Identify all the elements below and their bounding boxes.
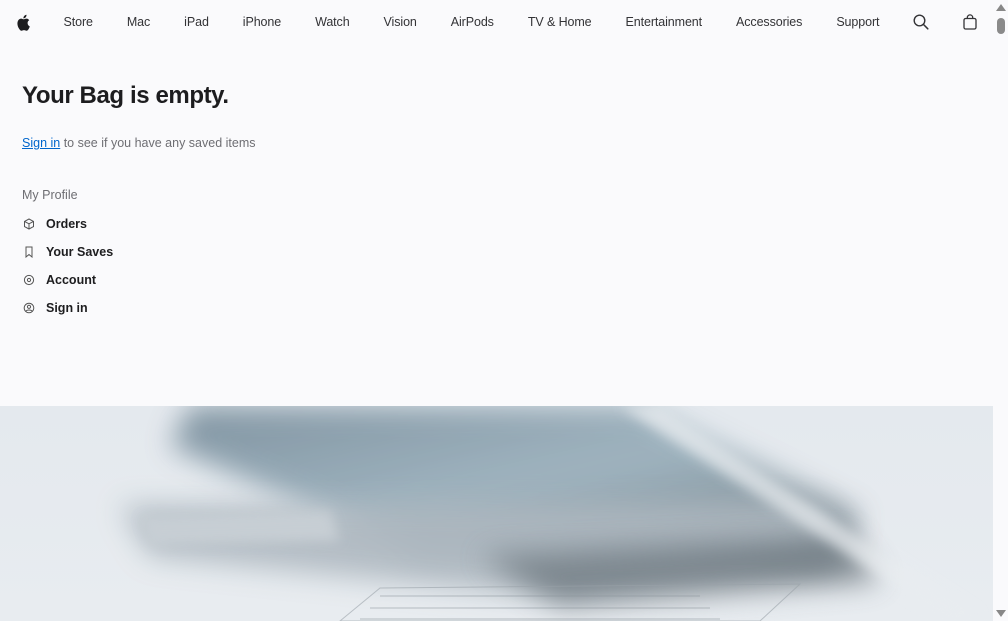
nav-item-airpods[interactable]: AirPods: [451, 15, 494, 29]
signin-prompt: Sign in to see if you have any saved ite…: [22, 136, 255, 150]
apple-logo-icon[interactable]: [16, 14, 30, 31]
scroll-down-arrow-icon[interactable]: [996, 610, 1006, 617]
box-icon: [22, 217, 36, 231]
global-nav: Store Mac iPad iPhone Watch Vision AirPo…: [0, 0, 993, 44]
profile-list: Orders Your Saves Account Sign in: [22, 210, 113, 322]
profile-item-account[interactable]: Account: [22, 266, 113, 294]
laptop-image: [120, 406, 980, 621]
profile-item-label: Account: [46, 273, 96, 287]
page-title: Your Bag is empty.: [22, 82, 229, 109]
profile-item-label: Your Saves: [46, 245, 114, 259]
nav-item-tv-home[interactable]: TV & Home: [528, 15, 592, 29]
person-circle-icon: [22, 301, 36, 315]
profile-item-label: Orders: [46, 217, 87, 231]
bookmark-icon: [22, 245, 36, 259]
scrollbar[interactable]: [993, 0, 1008, 621]
search-icon[interactable]: [913, 14, 929, 30]
nav-item-accessories[interactable]: Accessories: [736, 15, 802, 29]
nav-item-store[interactable]: Store: [63, 15, 92, 29]
nav-item-mac[interactable]: Mac: [127, 15, 150, 29]
nav-item-support[interactable]: Support: [836, 15, 879, 29]
scrollbar-thumb[interactable]: [997, 18, 1005, 34]
nav-item-iphone[interactable]: iPhone: [243, 15, 281, 29]
signin-link[interactable]: Sign in: [22, 136, 60, 150]
profile-item-sign-in[interactable]: Sign in: [22, 294, 113, 322]
gear-icon: [22, 273, 36, 287]
profile-item-label: Sign in: [46, 301, 88, 315]
signin-prompt-text: to see if you have any saved items: [60, 136, 256, 150]
nav-item-ipad[interactable]: iPad: [184, 15, 209, 29]
profile-heading: My Profile: [22, 188, 78, 202]
scroll-up-arrow-icon[interactable]: [996, 4, 1006, 11]
nav-item-watch[interactable]: Watch: [315, 15, 350, 29]
nav-item-vision[interactable]: Vision: [384, 15, 417, 29]
profile-item-orders[interactable]: Orders: [22, 210, 113, 238]
promo-hero-image: [0, 406, 993, 621]
bag-icon[interactable]: [963, 14, 978, 30]
nav-item-entertainment[interactable]: Entertainment: [626, 15, 703, 29]
profile-item-your-saves[interactable]: Your Saves: [22, 238, 113, 266]
